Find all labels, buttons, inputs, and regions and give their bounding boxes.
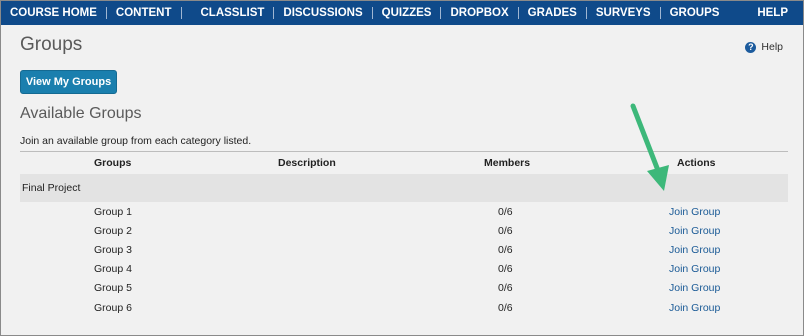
section-title: Available Groups	[20, 105, 142, 122]
nav-discussions[interactable]: DISCUSSIONS	[274, 1, 371, 25]
join-group-link[interactable]: Join Group	[669, 225, 720, 237]
nav-course-home[interactable]: COURSE HOME	[1, 1, 106, 25]
view-my-groups-button[interactable]: View My Groups	[20, 70, 117, 94]
group-name: Group 4	[94, 263, 132, 276]
join-group-link[interactable]: Join Group	[669, 244, 720, 256]
group-members: 0/6	[498, 243, 513, 256]
nav-quizzes[interactable]: QUIZZES	[373, 1, 441, 25]
question-circle-icon: ?	[745, 41, 757, 53]
table-row: Group 5 0/6 Join Group	[20, 279, 788, 298]
page-title: Groups	[20, 34, 83, 55]
group-name: Group 2	[94, 224, 132, 237]
nav-dropbox[interactable]: DROPBOX	[441, 1, 517, 25]
table-row: Group 3 0/6 Join Group	[20, 240, 788, 259]
section-description: Join an available group from each catego…	[20, 135, 252, 147]
group-name: Group 6	[94, 301, 132, 314]
nav-groups[interactable]: GROUPS	[661, 1, 729, 25]
group-name: Group 3	[94, 243, 132, 256]
group-members: 0/6	[498, 205, 513, 218]
nav-surveys[interactable]: SURVEYS	[587, 1, 660, 25]
nav-grades[interactable]: GRADES	[519, 1, 586, 25]
app-window: COURSE HOME CONTENT CLASSLIST DISCUSSION…	[0, 0, 804, 336]
nav-content[interactable]: CONTENT	[107, 1, 181, 25]
join-group-link[interactable]: Join Group	[669, 302, 720, 314]
top-navigation: COURSE HOME CONTENT CLASSLIST DISCUSSION…	[1, 1, 803, 25]
join-group-link[interactable]: Join Group	[669, 282, 720, 294]
header-description: Description	[278, 157, 336, 169]
group-members: 0/6	[498, 301, 513, 314]
group-name: Group 1	[94, 205, 132, 218]
group-name: Group 5	[94, 282, 132, 295]
table-row: Group 2 0/6 Join Group	[20, 221, 788, 240]
category-label: Final Project	[22, 182, 81, 194]
nav-divider	[180, 7, 182, 19]
join-group-link[interactable]: Join Group	[669, 206, 720, 218]
group-members: 0/6	[498, 282, 513, 295]
header-members: Members	[484, 157, 531, 169]
nav-help[interactable]: HELP	[748, 1, 797, 25]
group-members: 0/6	[498, 224, 513, 237]
nav-classlist[interactable]: CLASSLIST	[192, 1, 274, 25]
green-arrow-icon	[630, 103, 669, 191]
help-link-label: Help	[761, 41, 783, 53]
group-members: 0/6	[498, 263, 513, 276]
table-row: Group 6 0/6 Join Group	[20, 298, 788, 317]
table-row: Group 4 0/6 Join Group	[20, 260, 788, 279]
header-groups: Groups	[94, 157, 132, 169]
join-group-link[interactable]: Join Group	[669, 263, 720, 275]
header-actions: Actions	[677, 157, 716, 169]
help-link[interactable]: ? Help	[745, 41, 783, 53]
table-row: Group 1 0/6 Join Group	[20, 202, 788, 221]
